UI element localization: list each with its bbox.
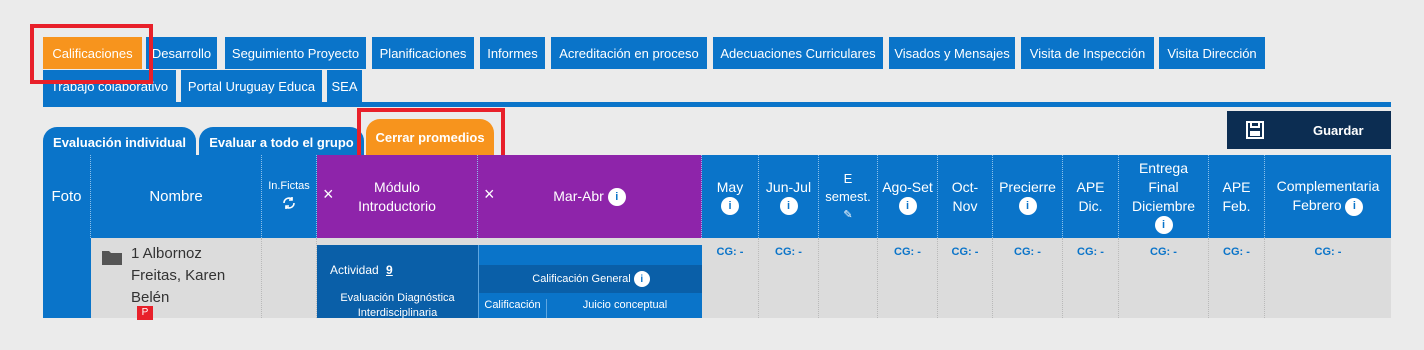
tab-evaluar-todo-el-grupo[interactable]: Evaluar a todo el grupo	[199, 127, 364, 157]
cg-oct-nov[interactable]: CG: -	[938, 238, 993, 318]
col-header-ago-set: Ago-Set i	[878, 155, 938, 238]
tab-calificaciones[interactable]: Calificaciones	[43, 37, 142, 69]
col-header-ape-feb: APE Feb.	[1209, 155, 1265, 238]
cg-ape-dic[interactable]: CG: -	[1063, 238, 1119, 318]
status-badge: P	[137, 306, 153, 320]
info-icon[interactable]: i	[1154, 216, 1173, 234]
nav-underline	[43, 102, 1391, 107]
col-header-precierre: Precierre i	[993, 155, 1063, 238]
edit-icon[interactable]: ✎	[843, 206, 852, 224]
actividad-number-link[interactable]: 9	[386, 263, 393, 277]
tab-visados-y-mensajes[interactable]: Visados y Mensajes	[889, 37, 1015, 69]
col-header-foto: Foto	[43, 155, 91, 238]
calificacion-general-panel: Calificación General i Calificación Juic…	[478, 245, 703, 318]
info-icon[interactable]: i	[1018, 197, 1037, 215]
col-header-complementaria-febrero: Complementaria Febrero i	[1265, 155, 1391, 238]
cg-ago-set[interactable]: CG: -	[878, 238, 938, 318]
col-header-entrega-final-diciembre: Entrega Final Diciembre i	[1119, 155, 1209, 238]
remove-column-icon[interactable]: ×	[484, 185, 495, 204]
col-header-jun-jul: Jun-Jul i	[759, 155, 819, 238]
student-name[interactable]: 1 Albornoz	[131, 243, 225, 265]
student-name-cell: 1 Albornoz Freitas, Karen Belén P	[91, 238, 262, 320]
cg-precierre[interactable]: CG: -	[993, 238, 1063, 318]
tab-acreditacion-en-proceso[interactable]: Acreditación en proceso	[551, 37, 707, 69]
col-header-mar-abr: × Mar-Abr i	[478, 155, 702, 238]
cg-entrega-final[interactable]: CG: -	[1119, 238, 1209, 318]
tab-planificaciones[interactable]: Planificaciones	[372, 37, 474, 69]
in-fictas-cell	[262, 238, 317, 318]
cg-jun-jul[interactable]: CG: -	[759, 238, 819, 318]
info-icon[interactable]: i	[633, 271, 650, 287]
tab-visita-direccion[interactable]: Visita Dirección	[1159, 37, 1265, 69]
col-header-may: May i	[702, 155, 759, 238]
col-header-oct-nov: Oct- Nov	[938, 155, 993, 238]
tab-cerrar-promedios[interactable]: Cerrar promedios	[366, 119, 494, 155]
col-header-ape-dic: APE Dic.	[1063, 155, 1119, 238]
cg-ape-feb[interactable]: CG: -	[1209, 238, 1265, 318]
tab-adecuaciones-curriculares[interactable]: Adecuaciones Curriculares	[713, 37, 883, 69]
col-header-e-semest: Esemest. ✎	[819, 155, 878, 238]
photo-cell	[43, 238, 91, 318]
tab-visita-de-inspeccion[interactable]: Visita de Inspección	[1021, 37, 1154, 69]
info-icon[interactable]: i	[898, 197, 917, 215]
info-icon[interactable]: i	[607, 188, 626, 207]
col-header-nombre[interactable]: Nombre	[91, 155, 262, 238]
cg-complementaria[interactable]: CG: -	[1265, 238, 1391, 318]
folder-icon[interactable]	[101, 248, 123, 271]
refresh-icon[interactable]	[282, 196, 296, 217]
info-icon[interactable]: i	[779, 197, 798, 215]
tab-desarrollo[interactable]: Desarrollo	[146, 37, 217, 69]
tab-trabajo-colaborativo[interactable]: Trabajo colaborativo	[43, 70, 176, 102]
actividad-panel: Actividad 9 Evaluación Diagnóstica Inter…	[317, 245, 478, 319]
col-header-modulo-introductorio: i × Módulo Introductorio	[317, 155, 478, 238]
save-button[interactable]: Guardar	[1227, 111, 1391, 149]
calificacion-subheader: Calificación	[479, 299, 547, 318]
juicio-conceptual-subheader: Juicio conceptual	[582, 299, 668, 311]
info-icon[interactable]: i	[721, 197, 739, 215]
tab-evaluacion-individual[interactable]: Evaluación individual	[43, 127, 196, 157]
calificacion-general-header: Calificación General i	[479, 265, 703, 293]
info-icon[interactable]: i	[1345, 197, 1364, 216]
remove-column-icon[interactable]: ×	[323, 185, 334, 204]
tab-portal-uruguay-educa[interactable]: Portal Uruguay Educa	[181, 70, 322, 102]
floppy-disk-icon	[1245, 121, 1265, 139]
e-semest-cell	[819, 238, 878, 318]
cg-may[interactable]: CG: -	[702, 238, 759, 318]
col-header-in-fictas[interactable]: In.Fictas	[262, 155, 317, 238]
purple-divider	[317, 238, 702, 245]
tab-seguimiento-proyecto[interactable]: Seguimiento Proyecto	[225, 37, 366, 69]
tab-informes[interactable]: Informes	[480, 37, 545, 69]
tab-sea[interactable]: SEA	[327, 70, 362, 102]
